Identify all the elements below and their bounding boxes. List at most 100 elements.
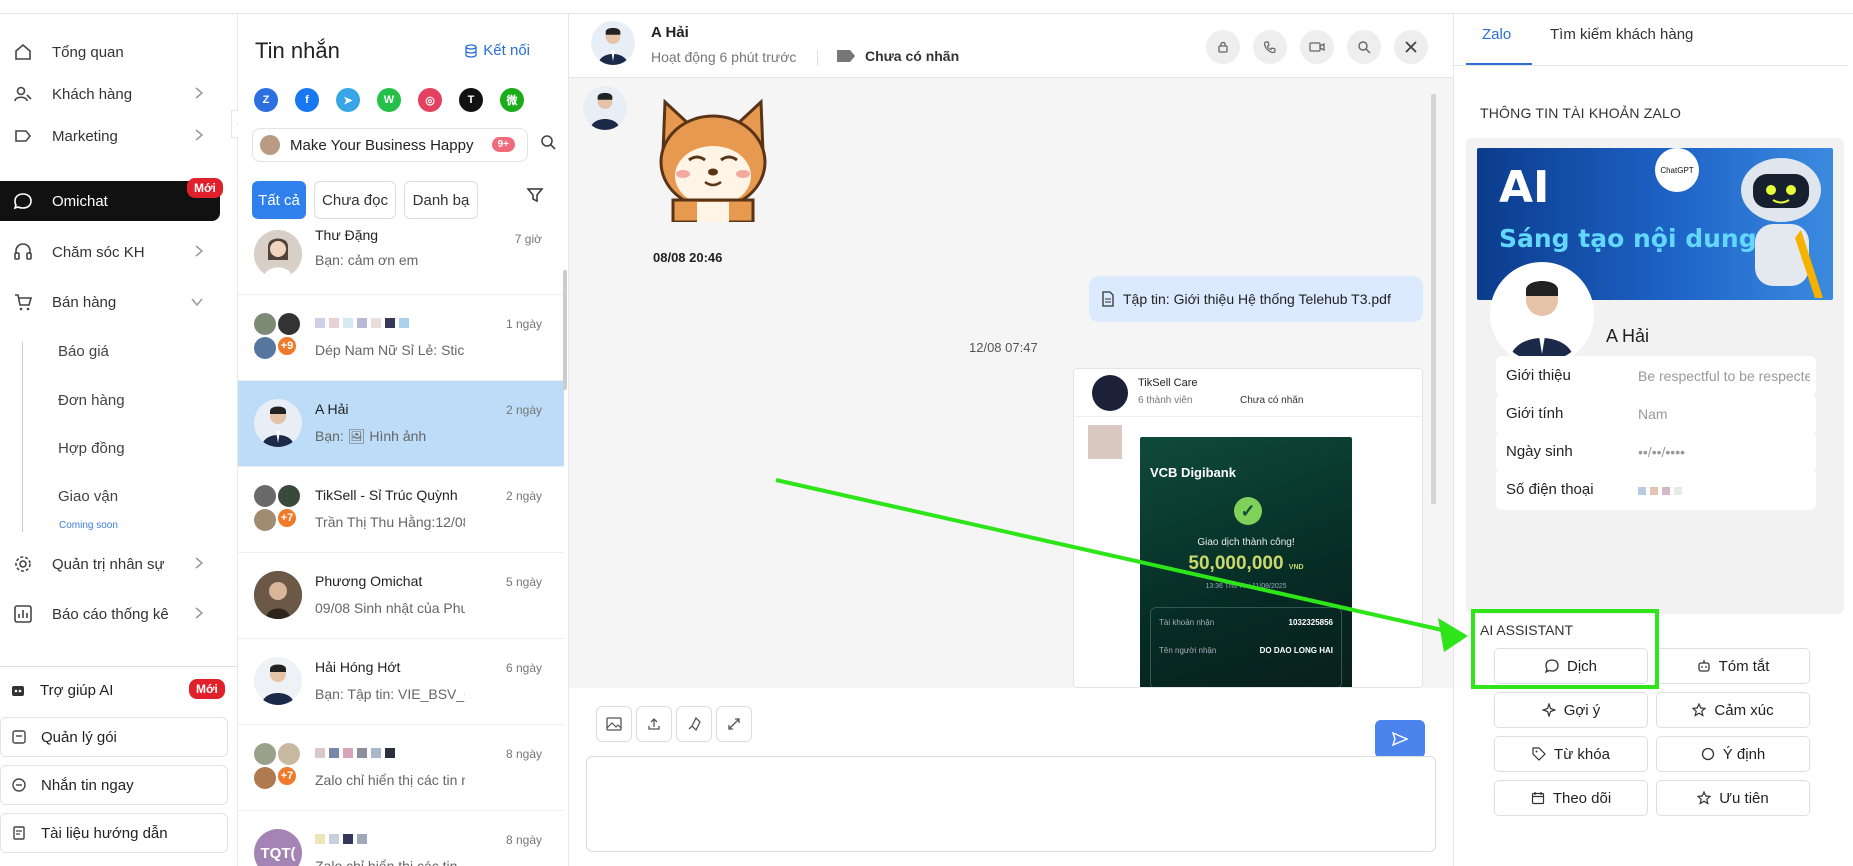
follow-up-button[interactable]: Theo dõi (1494, 780, 1648, 816)
chatgpt-logo: ChatGPT (1655, 148, 1699, 192)
sidebar-item-customers[interactable]: Khách hàng (0, 74, 220, 114)
banner-title: AI (1499, 162, 1550, 213)
sidebar-item-label: Marketing (52, 127, 118, 145)
chevron-right-icon (194, 86, 204, 104)
highlight-box (1471, 609, 1659, 689)
conversation-item[interactable]: Hải Hóng Hớt 6 ngày Bạn: Tập tin: VIE_BS… (238, 639, 564, 725)
file-icon (1102, 291, 1114, 307)
cart-icon (12, 291, 34, 313)
whatsapp-icon[interactable]: W (377, 88, 401, 112)
conversation-item[interactable]: +7 8 ngày Zalo chỉ hiển thị các tin nhắn (238, 725, 564, 811)
forwarded-screenshot[interactable]: TikSell Care 6 thành viên Chưa có nhãn V… (1073, 368, 1423, 688)
search-icon[interactable] (540, 134, 556, 155)
sidebar-item-reports[interactable]: Báo cáo thống kê (0, 594, 220, 634)
summarize-button[interactable]: Tóm tắt (1656, 648, 1810, 684)
image-icon (606, 717, 622, 731)
tab-find-customer[interactable]: Tìm kiếm khách hàng (1550, 26, 1693, 43)
ai-btn-label: Ưu tiên (1719, 789, 1769, 807)
sidebar-subitem-orders[interactable]: Đơn hàng (58, 392, 125, 409)
sidebar-divider (0, 666, 238, 667)
sentiment-button[interactable]: Cảm xúc (1656, 692, 1810, 728)
message-input[interactable] (586, 756, 1436, 852)
sidebar-item-customer-care[interactable]: Chăm sóc KH (0, 232, 220, 272)
shared-label: Chưa có nhãn (1240, 395, 1304, 406)
conversation-item[interactable]: TQT( 8 ngày Zalo chỉ hiển thị các tin (238, 811, 564, 866)
connect-button[interactable]: Kết nối (464, 42, 530, 59)
conversation-name: A Hải (315, 401, 349, 417)
conversation-item[interactable]: Thư Đặng 7 giờ Bạn: cảm ơn em (238, 226, 564, 295)
sidebar-subitem-quote[interactable]: Báo giá (58, 343, 109, 360)
field-label: Giới tính (1506, 405, 1564, 422)
instagram-icon[interactable]: ◎ (418, 88, 442, 112)
sidebar-item-marketing[interactable]: Marketing (0, 116, 220, 156)
ai-btn-label: Theo dõi (1552, 789, 1612, 807)
telegram-icon[interactable]: ➤ (336, 88, 360, 112)
home-icon (12, 41, 34, 63)
zalo-icon[interactable]: Z (254, 88, 278, 112)
send-button[interactable] (1375, 720, 1425, 758)
package-manage-button[interactable]: Quản lý gói (0, 717, 228, 757)
package-icon (11, 729, 27, 745)
channel-filter: Z f ➤ W ◎ T 微 (254, 88, 524, 112)
tab-unread[interactable]: Chưa đọc (314, 181, 396, 219)
search-conversation-button[interactable] (1347, 30, 1381, 64)
suggest-button[interactable]: Gợi ý (1494, 692, 1648, 728)
chevron-right-icon (194, 556, 204, 574)
tool-label: Quản lý gói (41, 728, 117, 746)
file-message[interactable]: Tập tin: Giới thiệu Hệ thống Telehub T3.… (1089, 276, 1423, 322)
keyword-button[interactable]: Từ khóa (1494, 736, 1648, 772)
facebook-icon[interactable]: f (295, 88, 319, 112)
bank-receipt: VCB Digibank ✓ Giao dịch thành công! 50,… (1140, 437, 1352, 687)
ai-btn-label: Cảm xúc (1714, 701, 1774, 719)
video-call-button[interactable] (1300, 30, 1334, 64)
label-selector[interactable]: Chưa có nhãn (837, 48, 959, 64)
sidebar-item-hr[interactable]: Quản trị nhân sự (0, 544, 220, 584)
expand-button[interactable] (716, 706, 752, 742)
field-label: Ngày sinh (1506, 443, 1573, 460)
shared-members: 6 thành viên (1138, 395, 1193, 406)
conversation-item[interactable]: A Hải 2 ngày Bạn: 🖼 Hình ảnh (238, 381, 564, 467)
conversation-pane: A Hải Hoạt động 6 phút trước Chưa có nhã… (569, 14, 1453, 866)
main-sidebar: Tổng quan Khách hàng Marketing Omichat M… (0, 14, 238, 866)
coming-soon-label: Coming soon (59, 520, 118, 531)
draw-button[interactable] (676, 706, 712, 742)
sidebar-subitem-contracts[interactable]: Hợp đồng (58, 440, 125, 457)
message-now-button[interactable]: Nhắn tin ngay (0, 765, 228, 805)
docs-button[interactable]: Tài liệu hướng dẫn (0, 813, 228, 853)
image-button[interactable] (596, 706, 632, 742)
group-logo (1092, 375, 1128, 411)
upload-button[interactable] (636, 706, 672, 742)
sidebar-item-sales[interactable]: Bán hàng (0, 282, 220, 322)
wechat-icon[interactable]: 微 (500, 88, 524, 112)
tab-zalo[interactable]: Zalo (1482, 26, 1511, 43)
tag-icon (1532, 747, 1546, 761)
calendar-icon (1531, 792, 1544, 805)
contact-name: A Hải (651, 24, 689, 41)
lock-button[interactable] (1206, 30, 1240, 64)
profile-avatar[interactable] (1490, 262, 1594, 366)
tab-all[interactable]: Tất cả (252, 181, 306, 219)
message-scrollbar[interactable] (1431, 94, 1436, 504)
call-button[interactable] (1253, 30, 1287, 64)
sidebar-item-overview[interactable]: Tổng quan (0, 32, 220, 72)
intent-button[interactable]: Ý định (1656, 736, 1810, 772)
chat-list-scrollbar[interactable] (563, 270, 567, 390)
banner-subtitle: Sáng tạo nội dung (1499, 224, 1757, 253)
conversation-name-redacted (315, 745, 465, 761)
sidebar-subitem-shipping[interactable]: Giao vận (58, 488, 118, 505)
conversation-item[interactable]: +7 TikSell - Sỉ Trúc Quỳnh 2 ngày Trần T… (238, 467, 564, 553)
receiver-label: Tên người nhận (1159, 646, 1217, 655)
conversation-name-redacted (315, 315, 465, 331)
tiktok-icon[interactable]: T (459, 88, 483, 112)
page-selector[interactable]: Make Your Business Happy 9+ (252, 128, 528, 162)
priority-button[interactable]: Ưu tiên (1656, 780, 1810, 816)
header-divider (817, 50, 818, 66)
shiba-sticker[interactable] (653, 92, 773, 222)
contact-avatar[interactable] (591, 21, 635, 65)
filter-icon[interactable] (526, 186, 544, 209)
tab-contacts[interactable]: Danh bạ (404, 181, 478, 219)
field-value: Be respectful to be respected (1638, 368, 1810, 384)
conversation-item[interactable]: Phương Omichat 5 ngày 09/08 Sinh nhật củ… (238, 553, 564, 639)
close-conversation-button[interactable] (1394, 30, 1428, 64)
conversation-item[interactable]: +9 1 ngày Dép Nam Nữ Sỉ Lẻ: Sticker (238, 295, 564, 381)
